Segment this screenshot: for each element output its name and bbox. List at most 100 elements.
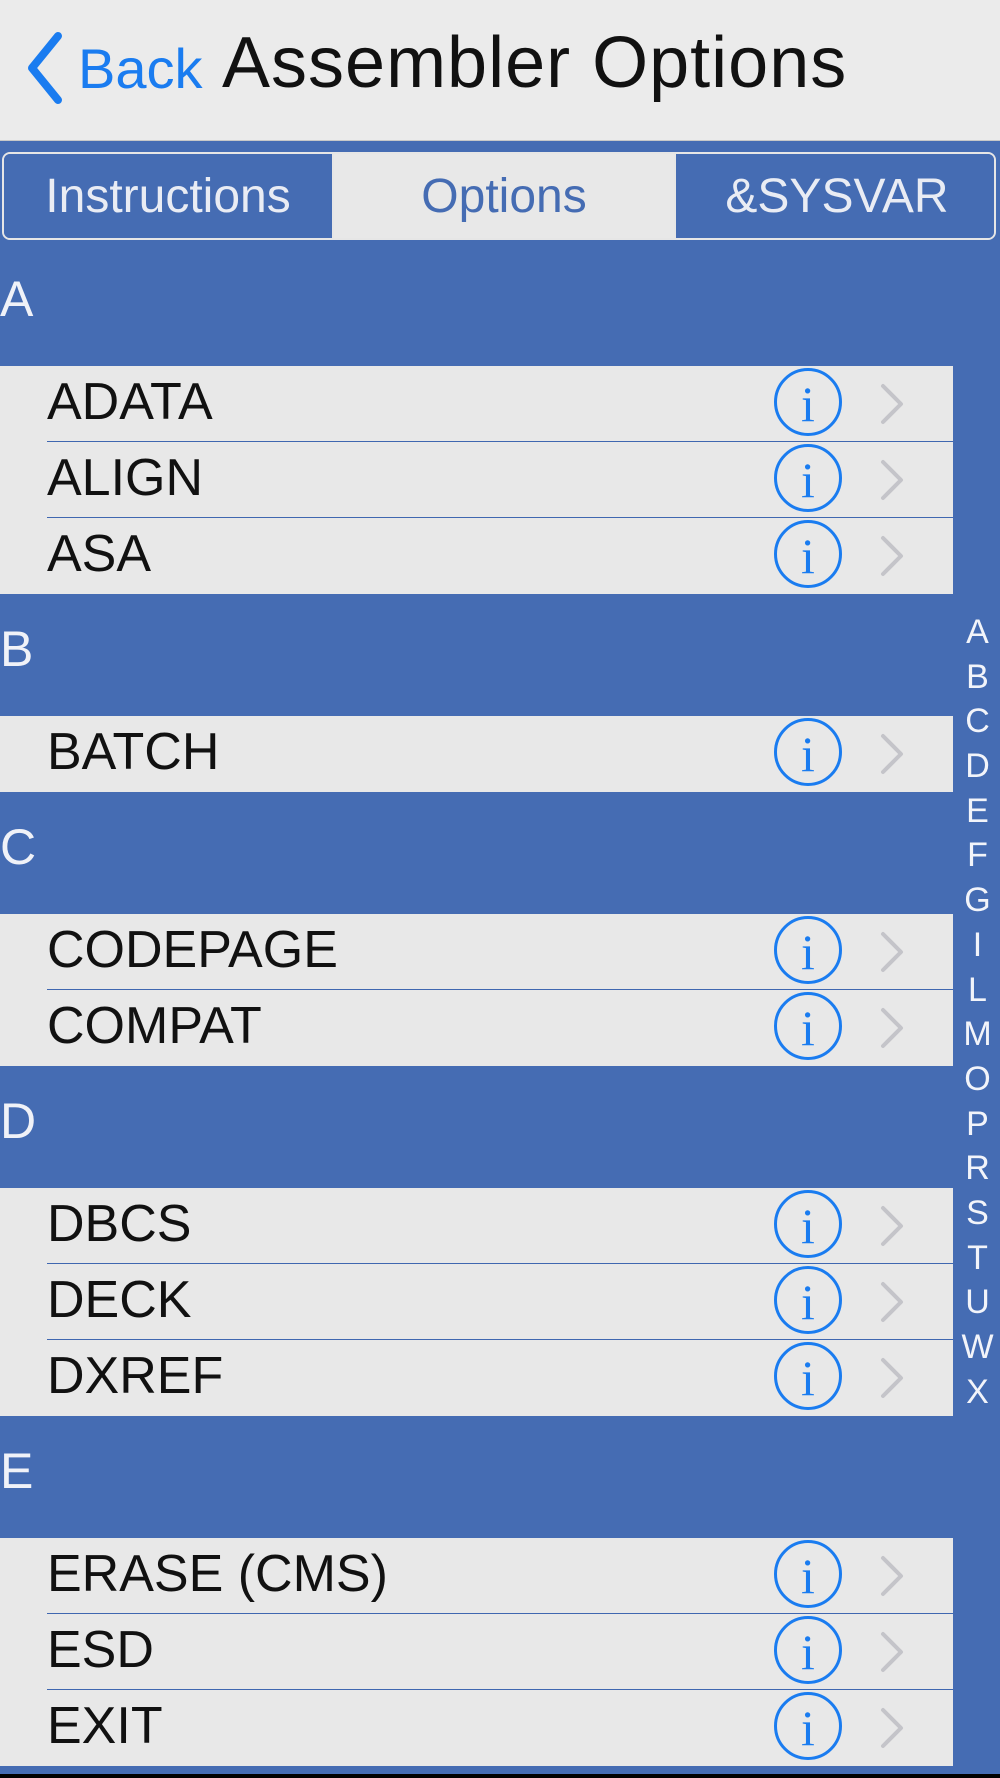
tab-instructions[interactable]: Instructions — [4, 154, 334, 238]
list-item[interactable]: ADATA i — [0, 366, 953, 442]
list-item-label: ESD — [47, 1621, 154, 1679]
info-glyph: i — [801, 1548, 815, 1604]
list-item[interactable]: ALIGN i — [0, 442, 953, 518]
tab-sysvar[interactable]: &SYSVAR — [674, 154, 994, 238]
back-label: Back — [78, 36, 203, 100]
index-letter[interactable]: D — [965, 744, 990, 789]
info-icon[interactable]: i — [774, 368, 842, 436]
list-item-label: ERASE (CMS) — [47, 1545, 388, 1603]
list-item-label: ADATA — [47, 373, 213, 431]
chevron-right-icon — [881, 536, 903, 576]
info-icon[interactable]: i — [774, 1190, 842, 1258]
list-item[interactable]: DECK i — [0, 1264, 953, 1340]
section-index[interactable]: ABCDEFGILMOPRSTUWX — [955, 610, 1000, 1414]
info-icon[interactable]: i — [774, 520, 842, 588]
back-button[interactable]: Back — [24, 30, 203, 106]
segmented-control: Instructions Options &SYSVAR — [2, 152, 996, 240]
info-glyph: i — [801, 1350, 815, 1406]
chevron-right-icon — [881, 1008, 903, 1048]
list-item-label: COMPAT — [47, 997, 262, 1055]
info-icon[interactable]: i — [774, 1342, 842, 1410]
section-header: D — [0, 1066, 953, 1188]
chevron-left-icon — [28, 32, 62, 104]
section-header-letter: E — [0, 1443, 34, 1499]
info-icon[interactable]: i — [774, 1266, 842, 1334]
index-letter[interactable]: F — [967, 833, 988, 878]
index-letter[interactable]: C — [965, 699, 990, 744]
info-icon[interactable]: i — [774, 444, 842, 512]
info-glyph: i — [801, 1000, 815, 1056]
info-icon[interactable]: i — [774, 1692, 842, 1760]
info-glyph: i — [801, 452, 815, 508]
tab-options[interactable]: Options — [334, 154, 674, 238]
chevron-right-icon — [881, 1632, 903, 1672]
info-icon[interactable]: i — [774, 992, 842, 1060]
index-letter[interactable]: U — [965, 1280, 990, 1325]
info-icon[interactable]: i — [774, 1540, 842, 1608]
index-letter[interactable]: T — [967, 1236, 988, 1281]
index-letter[interactable]: M — [963, 1012, 991, 1057]
section-header: C — [0, 792, 953, 914]
list-item[interactable]: ERASE (CMS) i — [0, 1538, 953, 1614]
chevron-right-icon — [881, 1206, 903, 1246]
info-icon[interactable]: i — [774, 718, 842, 786]
list-item[interactable]: DXREF i — [0, 1340, 953, 1416]
index-letter[interactable]: E — [966, 789, 989, 834]
section-header: A — [0, 244, 953, 366]
info-glyph: i — [801, 1624, 815, 1680]
section-header-letter: C — [0, 819, 37, 875]
info-icon[interactable]: i — [774, 1616, 842, 1684]
list-item[interactable]: ASA i — [0, 518, 953, 594]
list-item-label: DXREF — [47, 1347, 224, 1405]
info-glyph: i — [801, 1198, 815, 1254]
section-header-letter: A — [0, 271, 34, 327]
list-item[interactable]: BATCH i — [0, 716, 953, 792]
section-header-letter: B — [0, 621, 34, 677]
list-item-label: DBCS — [47, 1195, 192, 1253]
section-header: E — [0, 1416, 953, 1538]
info-glyph: i — [801, 376, 815, 432]
list-item-label: BATCH — [47, 723, 220, 781]
list-item-label: CODEPAGE — [47, 921, 338, 979]
index-letter[interactable]: P — [966, 1102, 989, 1147]
list-item-label: DECK — [47, 1271, 192, 1329]
index-letter[interactable]: W — [961, 1325, 993, 1370]
section-header-letter: D — [0, 1093, 37, 1149]
info-glyph: i — [801, 1700, 815, 1756]
index-letter[interactable]: L — [968, 968, 987, 1013]
list-item[interactable]: COMPAT i — [0, 990, 953, 1066]
navigation-bar: Back Assembler Options — [0, 0, 1000, 141]
info-icon[interactable]: i — [774, 916, 842, 984]
index-letter[interactable]: O — [964, 1057, 990, 1102]
info-glyph: i — [801, 726, 815, 782]
chevron-right-icon — [881, 1708, 903, 1748]
list-item-label: EXIT — [47, 1697, 163, 1755]
index-letter[interactable]: A — [966, 610, 989, 655]
chevron-right-icon — [881, 932, 903, 972]
info-glyph: i — [801, 924, 815, 980]
chevron-right-icon — [881, 1358, 903, 1398]
list-item[interactable]: DBCS i — [0, 1188, 953, 1264]
index-letter[interactable]: I — [973, 923, 982, 968]
list-item-label: ALIGN — [47, 449, 204, 507]
index-letter[interactable]: X — [966, 1370, 989, 1415]
list-item[interactable]: ESD i — [0, 1614, 953, 1690]
info-glyph: i — [801, 528, 815, 584]
chevron-right-icon — [881, 734, 903, 774]
chevron-right-icon — [881, 460, 903, 500]
page-title: Assembler Options — [222, 23, 848, 103]
index-letter[interactable]: G — [964, 878, 990, 923]
chevron-right-icon — [881, 1556, 903, 1596]
chevron-right-icon — [881, 384, 903, 424]
list-item-label: ASA — [47, 525, 152, 583]
index-letter[interactable]: R — [965, 1146, 990, 1191]
chevron-right-icon — [881, 1282, 903, 1322]
index-letter[interactable]: S — [966, 1191, 989, 1236]
bottom-edge — [0, 1774, 1000, 1778]
info-glyph: i — [801, 1274, 815, 1330]
list-item[interactable]: CODEPAGE i — [0, 914, 953, 990]
section-header: B — [0, 594, 953, 716]
options-list[interactable]: A ADATA i ALIGN i ASA i B BATCH i C CODEPAGE i COMPAT… — [0, 244, 953, 1766]
index-letter[interactable]: B — [966, 655, 989, 700]
list-item[interactable]: EXIT i — [0, 1690, 953, 1766]
